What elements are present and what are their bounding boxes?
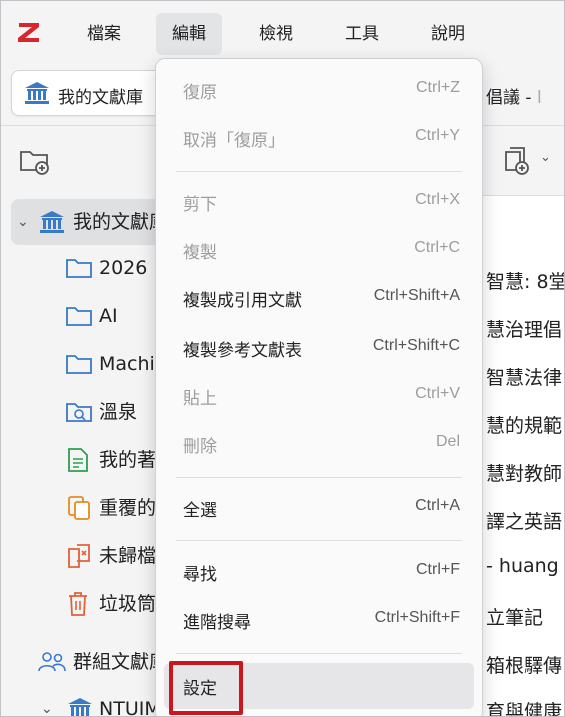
edit-menu-dropdown: 復原 Ctrl+Z 取消「復原」 Ctrl+Y 剪下 Ctrl+X 複製 Ctr…	[155, 58, 483, 716]
menu-item-cut[interactable]: 剪下 Ctrl+X	[164, 181, 474, 223]
menu-separator	[176, 540, 462, 541]
tree-item-label: NTUIM	[99, 698, 161, 717]
menu-item-find[interactable]: 尋找 Ctrl+F	[164, 551, 474, 593]
menu-item-label: 刪除	[183, 437, 217, 457]
collections-pane: ⌄ 我的文獻庫 2026 AI Machine 溫泉 我的著作 重覆的項目 垃圾…	[1, 126, 213, 717]
group-libraries-icon	[38, 652, 66, 672]
list-item[interactable]: 譯之英語	[486, 507, 562, 534]
chevron-down-icon[interactable]: ⌄	[41, 686, 53, 716]
menu-tools[interactable]: 工具	[329, 13, 395, 55]
menu-item-label: 尋找	[183, 565, 217, 585]
library-icon	[68, 698, 92, 716]
menu-item-redo[interactable]: 取消「復原」 Ctrl+Y	[164, 117, 474, 159]
menu-item-label: 複製成引用文獻	[183, 291, 302, 311]
menu-item-label: 進階搜尋	[183, 613, 251, 633]
menu-bar: 檔案 編輯 檢視 工具 說明	[1, 1, 564, 61]
tree-item-label: 群組文獻庫	[73, 651, 169, 673]
menu-item-settings[interactable]: 設定	[164, 663, 474, 709]
menu-item-shortcut: Ctrl+Shift+F	[374, 609, 460, 626]
menu-item-label: 剪下	[183, 195, 217, 215]
tree-item-trash[interactable]: 垃圾筒	[1, 581, 171, 627]
new-item-icon[interactable]	[502, 146, 532, 176]
menu-item-shortcut: Ctrl+Shift+A	[373, 287, 460, 304]
menu-item-copy[interactable]: 複製 Ctrl+C	[164, 229, 474, 271]
menu-item-label: 全選	[183, 501, 217, 521]
tree-item-label: 我的文獻庫	[73, 211, 169, 233]
menu-file[interactable]: 檔案	[71, 13, 137, 55]
tab-document-muted: l	[536, 88, 542, 108]
folder-icon	[66, 355, 92, 374]
menu-item-shortcut: Ctrl+X	[415, 191, 460, 208]
tree-item-ntuim[interactable]: ⌄ NTUIM	[1, 686, 171, 717]
library-icon	[25, 82, 49, 104]
menu-item-copy-citation[interactable]: 複製成引用文獻 Ctrl+Shift+A	[164, 277, 474, 319]
tree-item-label: 垃圾筒	[99, 593, 157, 615]
tree-item-machine[interactable]: Machine	[1, 341, 179, 387]
menu-item-undo[interactable]: 復原 Ctrl+Z	[164, 69, 474, 111]
menu-item-delete[interactable]: 刪除 Del	[164, 423, 474, 465]
menu-item-select-all[interactable]: 全選 Ctrl+A	[164, 487, 474, 529]
tree-item-saved-search[interactable]: 溫泉	[1, 389, 171, 435]
list-item[interactable]: 立筆記	[486, 603, 543, 630]
menu-item-paste[interactable]: 貼上 Ctrl+V	[164, 375, 474, 417]
menu-item-shortcut: Del	[435, 433, 460, 450]
list-item[interactable]: 育與健康	[486, 697, 562, 716]
tab-library-label: 我的文獻庫	[58, 88, 143, 108]
list-item[interactable]: - huang	[486, 555, 559, 577]
menu-edit[interactable]: 編輯	[156, 13, 222, 55]
menu-separator	[176, 477, 462, 478]
tree-item-label: AI	[99, 305, 118, 327]
unfiled-items-icon	[68, 544, 90, 568]
menu-item-shortcut: Ctrl+V	[415, 385, 460, 402]
folder-icon	[66, 307, 92, 326]
menu-item-shortcut: Ctrl+A	[415, 497, 460, 514]
menu-item-shortcut: Ctrl+Shift+C	[372, 337, 460, 354]
menu-item-label: 復原	[183, 83, 217, 103]
tab-document-label: 倡議 -	[486, 88, 537, 108]
trash-icon	[69, 592, 87, 616]
menu-item-label: 貼上	[183, 389, 217, 409]
list-item[interactable]: 箱根驛傳	[486, 651, 562, 678]
tab-document[interactable]: 倡議 - l	[486, 83, 542, 108]
menu-help[interactable]: 說明	[415, 13, 481, 55]
tree-item-ai[interactable]: AI	[1, 293, 171, 339]
menu-item-shortcut: Ctrl+C	[414, 239, 460, 256]
tree-item-my-library[interactable]: ⌄ 我的文獻庫	[11, 199, 171, 245]
tree-item-duplicates[interactable]: 重覆的項目	[1, 485, 194, 531]
menu-item-shortcut: Ctrl+F	[416, 561, 460, 578]
menu-item-copy-bibliography[interactable]: 複製參考文獻表 Ctrl+Shift+C	[164, 327, 474, 369]
tree-item-2026[interactable]: 2026	[1, 245, 171, 291]
tree-item-my-publications[interactable]: 我的著作	[1, 437, 175, 483]
menu-item-label: 複製參考文獻表	[183, 341, 302, 361]
menu-item-shortcut: Ctrl+Z	[416, 79, 460, 96]
saved-search-icon	[66, 403, 92, 422]
list-item[interactable]: 慧對教師	[486, 459, 562, 486]
tree-item-group-libraries[interactable]: 群組文獻庫	[1, 639, 171, 685]
new-collection-icon[interactable]	[19, 146, 51, 176]
tree-item-unfiled[interactable]: 未歸檔的項目	[1, 533, 213, 579]
my-publications-icon	[68, 448, 88, 472]
folder-icon	[66, 259, 92, 278]
menu-item-advanced-search[interactable]: 進階搜尋 Ctrl+Shift+F	[164, 599, 474, 641]
tree-item-label: 溫泉	[99, 401, 138, 423]
chevron-down-icon[interactable]: ⌄	[540, 150, 551, 165]
menu-item-shortcut: Ctrl+Y	[415, 127, 460, 144]
zotero-logo-icon	[18, 23, 39, 42]
menu-separator	[176, 171, 462, 172]
chevron-down-icon[interactable]: ⌄	[17, 199, 29, 245]
list-item[interactable]: 慧治理倡	[486, 315, 562, 342]
menu-item-label: 取消「復原」	[183, 131, 285, 151]
library-icon	[40, 211, 64, 233]
menu-item-label: 設定	[183, 679, 217, 699]
menu-separator	[176, 653, 462, 654]
menu-item-label: 複製	[183, 243, 217, 263]
zotero-window: 檔案 編輯 檢視 工具 說明 我的文獻庫 倡議 - l ⌄ 我的文獻庫 2026…	[0, 0, 565, 717]
duplicate-items-icon	[68, 496, 90, 520]
tree-item-label: 2026	[99, 257, 148, 279]
list-item[interactable]: 智慧: 8堂	[486, 267, 564, 294]
menu-view[interactable]: 檢視	[243, 13, 309, 55]
list-item[interactable]: 智慧法律	[486, 363, 562, 390]
list-item[interactable]: 慧的規範	[486, 411, 562, 438]
